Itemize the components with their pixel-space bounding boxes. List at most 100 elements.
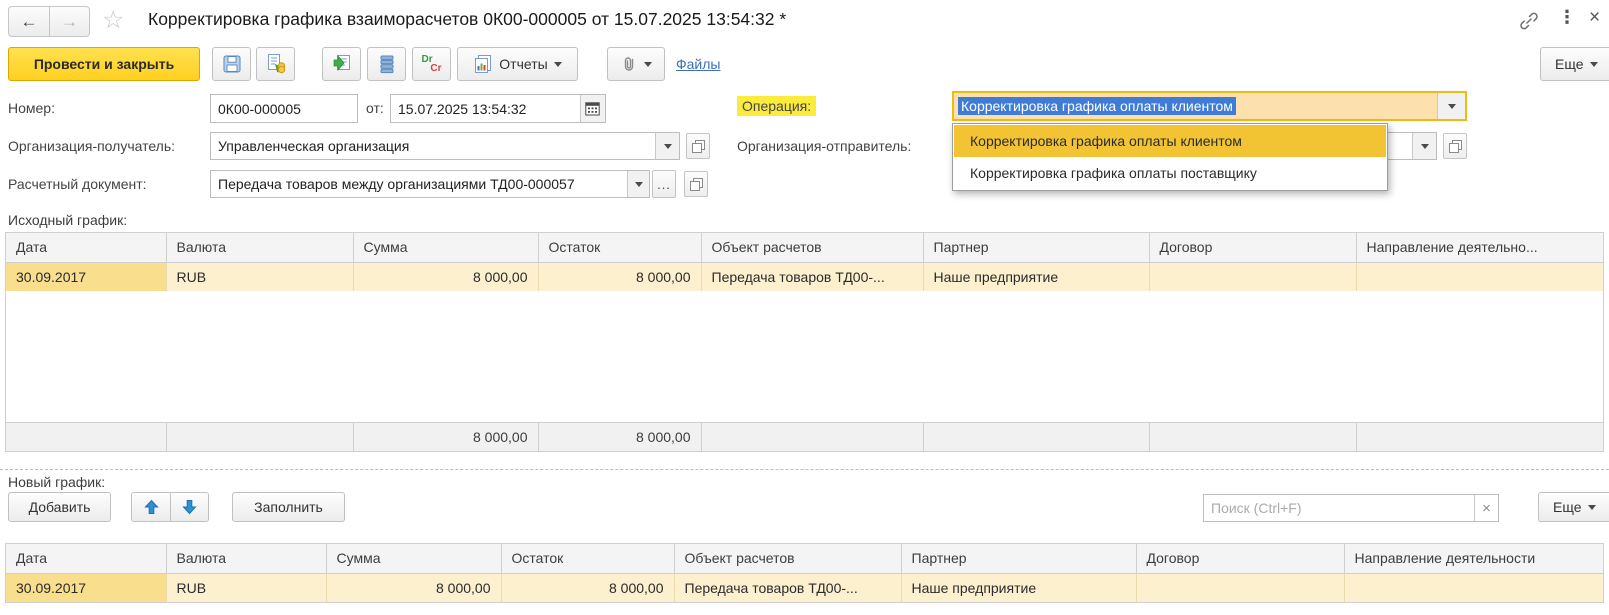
- col-header-partner[interactable]: Партнер: [923, 233, 1150, 263]
- open-form-icon: [691, 139, 705, 153]
- totals-empty: [923, 421, 1150, 451]
- settlement-doc-dropdown-button[interactable]: [627, 171, 649, 197]
- col-header-contract[interactable]: Договор: [1149, 233, 1357, 263]
- move-down-button[interactable]: [170, 493, 208, 521]
- back-button[interactable]: ←: [9, 7, 49, 36]
- more-button-label: Еще: [1555, 56, 1584, 72]
- org-receiver-label: Организация-получатель:: [8, 138, 176, 154]
- col-header-remainder[interactable]: Остаток: [501, 544, 675, 574]
- copy-movements-button[interactable]: [322, 47, 361, 81]
- document-arrow-icon: [333, 55, 350, 71]
- save-button[interactable]: [212, 47, 251, 81]
- link-icon[interactable]: [1518, 10, 1540, 37]
- cell-currency[interactable]: RUB: [166, 573, 327, 602]
- nav-history-group: ← →: [8, 6, 90, 37]
- org-sender-open-button[interactable]: [1443, 133, 1467, 159]
- fill-button[interactable]: Заполнить: [232, 492, 345, 522]
- more-button-bottom[interactable]: Еще: [1538, 492, 1609, 522]
- settlement-doc-open-button[interactable]: [684, 171, 708, 197]
- more-button-top[interactable]: Еще: [1540, 47, 1609, 81]
- col-header-object[interactable]: Объект расчетов: [674, 544, 902, 574]
- source-schedule-label: Исходный график:: [8, 212, 128, 228]
- cell-object[interactable]: Передача товаров ТД00-...: [674, 573, 902, 602]
- cell-remainder[interactable]: 8 000,00: [538, 262, 702, 291]
- cell-contract[interactable]: [1149, 262, 1357, 291]
- col-header-currency[interactable]: Валюта: [166, 544, 327, 574]
- col-header-date[interactable]: Дата: [6, 233, 167, 263]
- org-sender-label: Организация-отправитель:: [737, 138, 912, 154]
- settlement-doc-select-button[interactable]: ...: [652, 170, 676, 198]
- col-header-amount[interactable]: Сумма: [326, 544, 502, 574]
- cell-amount[interactable]: 8 000,00: [326, 573, 502, 602]
- post-and-close-button[interactable]: Провести и закрыть: [8, 47, 200, 81]
- table-row[interactable]: 30.09.2017 RUB 8 000,00 8 000,00 Передач…: [6, 573, 1603, 602]
- col-header-object[interactable]: Объект расчетов: [701, 233, 924, 263]
- kebab-menu-icon[interactable]: ⋮: [1558, 7, 1576, 28]
- files-link[interactable]: Файлы: [676, 56, 720, 72]
- dropdown-option-client[interactable]: Корректировка графика оплаты клиентом: [954, 125, 1386, 157]
- chevron-down-icon: [634, 181, 643, 187]
- forward-button[interactable]: →: [49, 7, 89, 36]
- totals-empty: [166, 421, 354, 451]
- cell-partner[interactable]: Наше предприятие: [923, 262, 1150, 291]
- operation-value: Корректировка графика оплаты клиентом: [958, 97, 1236, 115]
- number-input[interactable]: [211, 95, 357, 122]
- cell-remainder[interactable]: 8 000,00: [501, 573, 675, 602]
- post-document-button[interactable]: [256, 47, 295, 81]
- save-icon: [223, 55, 240, 73]
- col-header-direction[interactable]: Направление деятельности: [1344, 544, 1603, 574]
- table-row[interactable]: 30.09.2017 RUB 8 000,00 8 000,00 Передач…: [6, 262, 1603, 291]
- search-field-wrap: ×: [1203, 494, 1499, 522]
- date-input[interactable]: [391, 95, 580, 122]
- cell-direction[interactable]: [1344, 573, 1603, 602]
- org-sender-dropdown-button[interactable]: [1412, 133, 1436, 159]
- reports-button-label: Отчеты: [499, 56, 548, 72]
- more-button-label: Еще: [1553, 499, 1582, 515]
- settlement-doc-value: Передача товаров между организациями ТД0…: [218, 176, 575, 192]
- org-receiver-combobox[interactable]: Управленческая организация: [210, 132, 680, 160]
- dr-cr-icon: Dr Cr: [421, 54, 442, 74]
- move-up-button[interactable]: [132, 493, 170, 521]
- movements-register-button[interactable]: [367, 47, 406, 81]
- reports-button[interactable]: Отчеты: [457, 47, 578, 81]
- chevron-down-icon: [1447, 103, 1456, 109]
- cell-date[interactable]: 30.09.2017: [6, 573, 167, 602]
- open-form-icon: [689, 177, 703, 191]
- back-icon: ←: [20, 11, 38, 31]
- close-icon[interactable]: ×: [1589, 7, 1600, 29]
- open-form-icon: [1448, 139, 1462, 153]
- cell-object[interactable]: Передача товаров ТД00-...: [701, 262, 924, 291]
- col-header-remainder[interactable]: Остаток: [538, 233, 702, 263]
- calendar-button[interactable]: [579, 95, 605, 122]
- cell-contract[interactable]: [1136, 573, 1345, 602]
- col-header-date[interactable]: Дата: [6, 544, 167, 574]
- cell-partner[interactable]: Наше предприятие: [901, 573, 1137, 602]
- table-empty-area: [6, 291, 1603, 422]
- attachments-button[interactable]: [607, 47, 665, 81]
- add-row-button[interactable]: Добавить: [8, 492, 111, 522]
- cell-currency[interactable]: RUB: [166, 262, 354, 291]
- dropdown-option-supplier[interactable]: Корректировка графика оплаты поставщику: [954, 157, 1386, 189]
- col-header-amount[interactable]: Сумма: [353, 233, 539, 263]
- operation-label: Операция:: [737, 96, 817, 116]
- debit-credit-button[interactable]: Dr Cr: [412, 47, 451, 81]
- org-receiver-dropdown-button[interactable]: [655, 133, 679, 159]
- new-schedule-table: Дата Валюта Сумма Остаток Объект расчето…: [5, 543, 1604, 603]
- search-input[interactable]: [1204, 495, 1475, 521]
- cell-date[interactable]: 30.09.2017: [6, 262, 167, 291]
- cell-amount[interactable]: 8 000,00: [353, 262, 539, 291]
- col-header-contract[interactable]: Договор: [1136, 544, 1345, 574]
- link-icon-svg: [1520, 12, 1538, 30]
- chevron-down-icon: [1420, 143, 1429, 149]
- col-header-currency[interactable]: Валюта: [166, 233, 354, 263]
- operation-combobox[interactable]: Корректировка графика оплаты клиентом: [952, 91, 1467, 121]
- section-splitter[interactable]: [0, 469, 1609, 470]
- operation-dropdown-button[interactable]: [1437, 93, 1465, 119]
- col-header-direction[interactable]: Направление деятельно...: [1356, 233, 1603, 263]
- org-receiver-open-button[interactable]: [686, 133, 710, 159]
- clear-search-icon[interactable]: ×: [1474, 495, 1498, 521]
- settlement-doc-combobox[interactable]: Передача товаров между организациями ТД0…: [210, 170, 650, 198]
- favorite-star-icon[interactable]: ☆: [102, 6, 124, 34]
- col-header-partner[interactable]: Партнер: [901, 544, 1137, 574]
- cell-direction[interactable]: [1356, 262, 1603, 291]
